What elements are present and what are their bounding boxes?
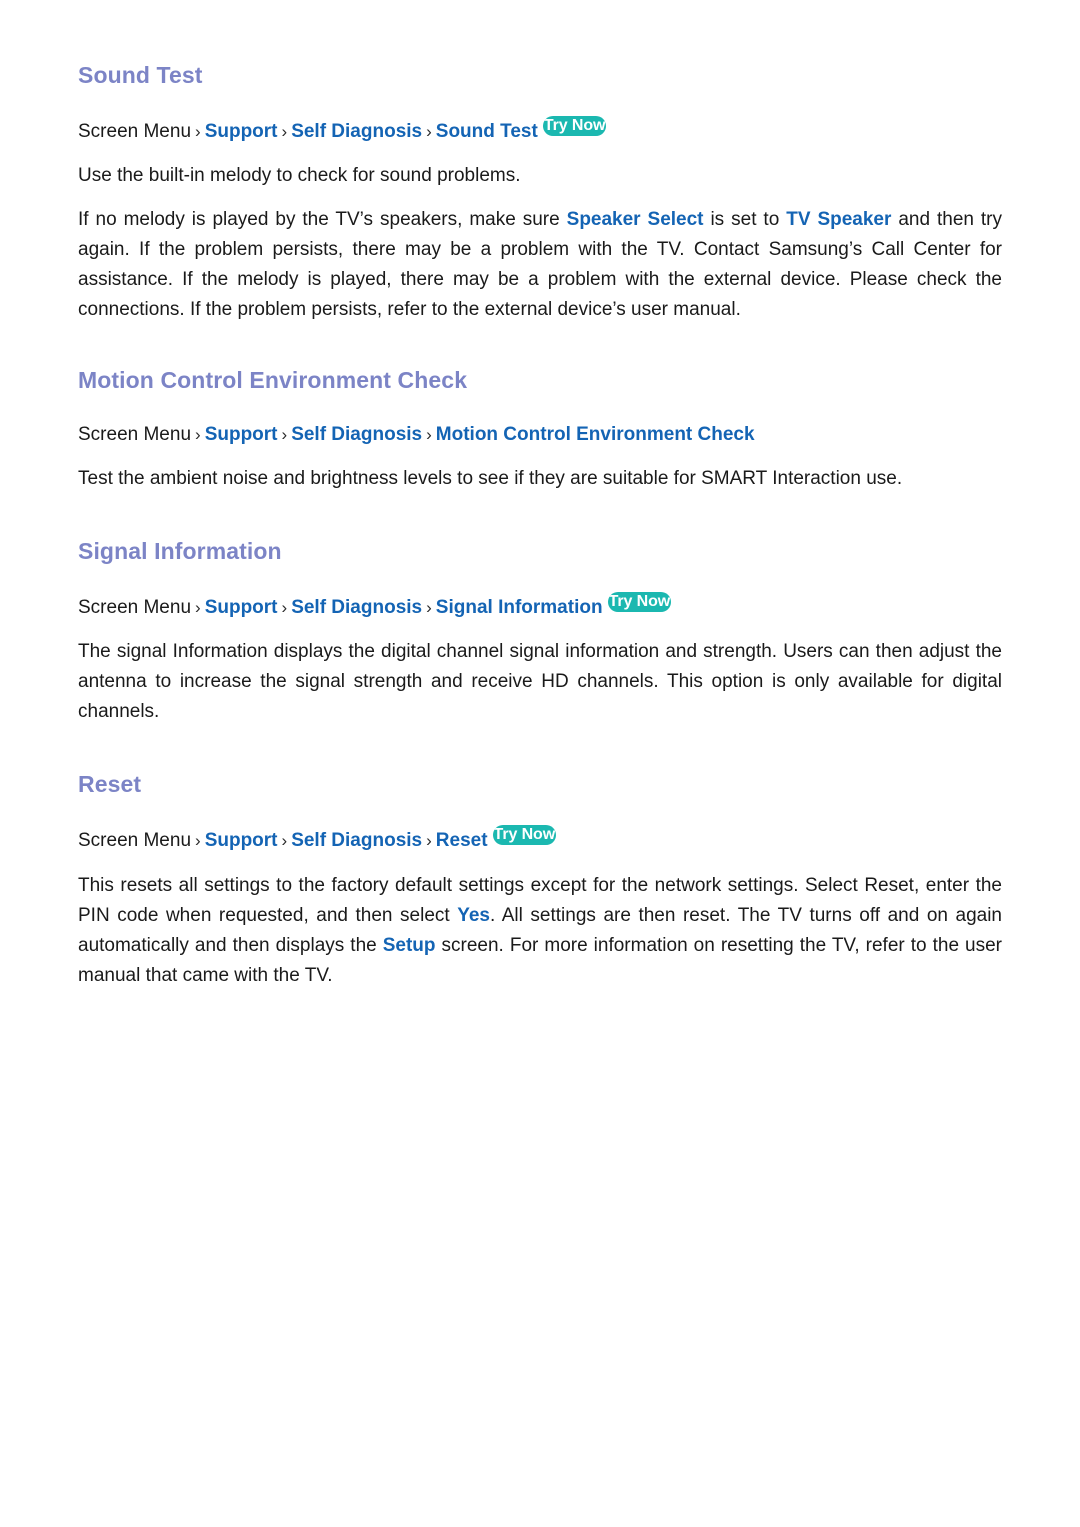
page-title: Reset [78, 771, 142, 798]
paragraph: This resets all settings to the factory … [78, 871, 1002, 991]
paragraph: Test the ambient noise and brightness le… [78, 468, 903, 490]
breadcrumb-root: Screen Menu [78, 596, 192, 618]
chevron-right-icon: › [195, 831, 201, 851]
try-now-badge[interactable]: Try Now [542, 115, 607, 136]
chevron-right-icon: › [195, 597, 201, 617]
chevron-right-icon: › [281, 831, 288, 851]
chevron-right-icon: › [426, 597, 432, 617]
breadcrumb-link-reset[interactable]: Reset [436, 830, 488, 851]
page-title: Sound Test [78, 62, 203, 88]
chevron-right-icon: › [426, 121, 432, 141]
chevron-right-icon: › [426, 424, 432, 444]
breadcrumb: Screen Menu › Support › Self Diagnosis › Motio… [78, 421, 1002, 449]
term-setup: Setup [382, 934, 436, 956]
chevron-right-icon: › [426, 831, 432, 851]
breadcrumb-link-support[interactable]: Support [205, 830, 278, 851]
page-title: Motion Control Environment Check [78, 367, 468, 394]
chevron-right-icon: › [281, 121, 288, 141]
term-tv-speaker: TV Speaker [786, 209, 892, 231]
chevron-right-icon: › [281, 597, 288, 617]
chevron-right-icon: › [195, 424, 201, 444]
breadcrumb-link-self-diagnosis[interactable]: Self Diagnosis [291, 597, 422, 618]
breadcrumb-link-support[interactable]: Support [205, 121, 278, 142]
paragraph: Use the built-in melody to check for sou… [78, 165, 521, 187]
breadcrumb-link-motion-control-environment-check[interactable]: Motion Control Environment Check [436, 424, 755, 445]
section-signal-information: Signal Information Screen Menu › Support › S… [78, 538, 1002, 727]
term-yes: Yes [457, 904, 490, 926]
try-now-badge[interactable]: Try Now [492, 825, 557, 846]
breadcrumb: Screen Menu › Support › Self Diagnosis › Signa… [78, 591, 1002, 622]
breadcrumb-link-support[interactable]: Support [205, 424, 278, 445]
page-title: Signal Information [78, 538, 282, 565]
breadcrumb-link-self-diagnosis[interactable]: Self Diagnosis [291, 121, 422, 142]
document-page: Sound Test Screen Menu › Support › Self Diag… [0, 0, 1080, 1527]
section-sound-test: Sound Test Screen Menu › Support › Self Diag… [78, 62, 1002, 325]
breadcrumb: Screen Menu › Support › Self Diagnosis › Sound… [78, 115, 1002, 146]
breadcrumb-link-support[interactable]: Support [205, 597, 278, 618]
breadcrumb-link-signal-information[interactable]: Signal Information [436, 597, 603, 618]
breadcrumb-link-self-diagnosis[interactable]: Self Diagnosis [291, 830, 422, 851]
breadcrumb-root: Screen Menu [78, 423, 192, 445]
breadcrumb-root: Screen Menu [78, 120, 192, 142]
text-run: is set to [703, 209, 787, 231]
term-speaker-select: Speaker Select [566, 209, 704, 231]
section-reset: Reset Screen Menu › Support › Self Diagnosis… [78, 771, 1002, 990]
text-run: If no melody is played by the TV’s speak… [78, 209, 567, 231]
breadcrumb-link-self-diagnosis[interactable]: Self Diagnosis [291, 424, 422, 445]
try-now-badge[interactable]: Try Now [607, 591, 672, 612]
breadcrumb-link-sound-test[interactable]: Sound Test [436, 121, 538, 142]
chevron-right-icon: › [281, 424, 288, 444]
paragraph: The signal Information displays the digi… [78, 641, 1002, 723]
section-motion-control-environment-check: Motion Control Environment Check Screen … [78, 367, 1002, 494]
chevron-right-icon: › [195, 121, 201, 141]
paragraph: If no melody is played by the TV’s speak… [78, 205, 1002, 325]
breadcrumb: Screen Menu › Support › Self Diagnosis › Reset… [78, 825, 1002, 855]
breadcrumb-root: Screen Menu [78, 830, 192, 852]
